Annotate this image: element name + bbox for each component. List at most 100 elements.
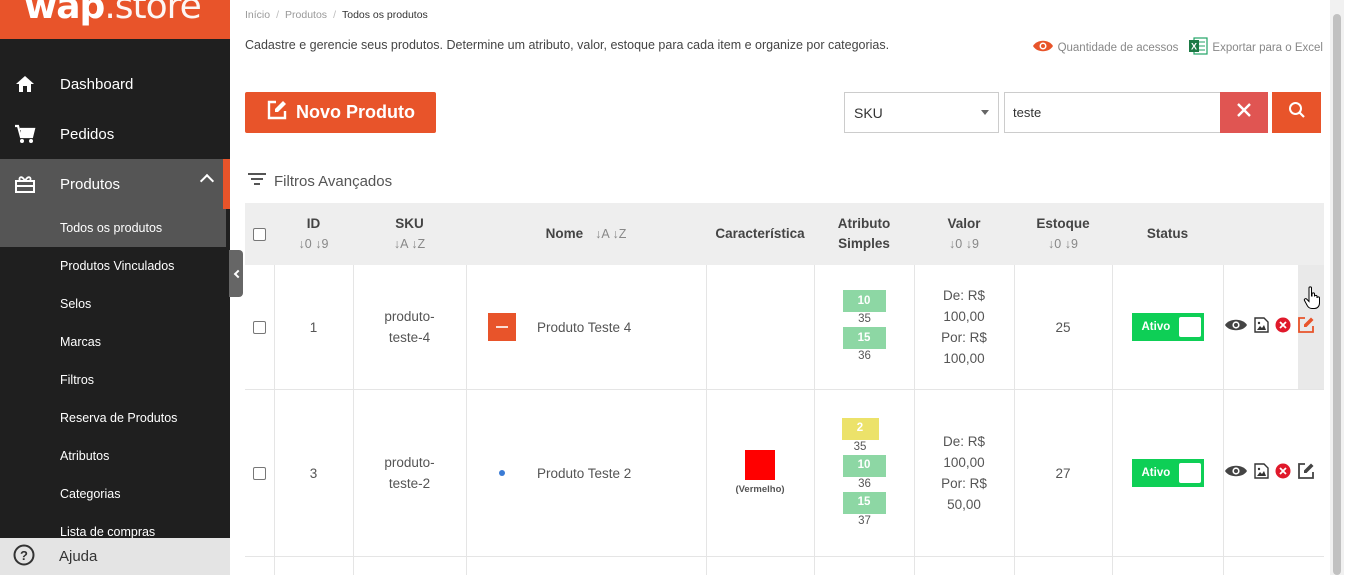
th-value: Valor ↓0 ↓9	[914, 203, 1014, 265]
row-value: De: R$ 100,00 Por: R$ 100,00	[941, 288, 987, 366]
row-attributes: 10 35 15 36	[814, 265, 914, 389]
product-name[interactable]: Produto Teste 4	[537, 317, 631, 338]
advanced-filters-toggle[interactable]: Filtros Avançados	[248, 172, 392, 190]
row-checkbox[interactable]	[253, 320, 266, 334]
status-toggle[interactable]: Ativo	[1131, 459, 1204, 487]
eye-icon	[1032, 39, 1054, 56]
edit-icon[interactable]	[1297, 316, 1315, 339]
sub-todos-produtos[interactable]: Todos os produtos	[0, 209, 226, 247]
row-select-cell	[245, 265, 274, 389]
sub-marcas[interactable]: Marcas	[0, 323, 226, 361]
product-thumbnail[interactable]	[488, 313, 516, 341]
nav-dashboard[interactable]: Dashboard	[0, 59, 230, 109]
search-icon	[1288, 101, 1306, 124]
main-content: Início / Produtos / Todos os produtos Cadast…	[245, 0, 1325, 575]
nav-pedidos-label: Pedidos	[60, 125, 115, 143]
page-description: Cadastre e gerencie seus produtos. Deter…	[245, 38, 890, 52]
status-toggle[interactable]: Ativo	[1131, 313, 1204, 341]
row-status-cell: Ativo	[1112, 390, 1223, 556]
nav-ajuda[interactable]: ? Ajuda	[0, 538, 230, 575]
row-value: De: R$ 100,00 Por: R$ 50,00	[941, 434, 987, 512]
sidebar: wap.store Dashboard Pedidos Produtos Tod…	[0, 0, 230, 575]
sub-reserva[interactable]: Reserva de Produtos	[0, 399, 226, 437]
nav-pedidos[interactable]: Pedidos	[0, 109, 230, 159]
delete-icon[interactable]	[1275, 463, 1291, 484]
sub-categorias[interactable]: Categorias	[0, 475, 226, 513]
search-field-select[interactable]: SKU	[844, 92, 999, 133]
clear-search-button[interactable]	[1220, 92, 1268, 133]
attribute-tag: 10	[842, 290, 886, 312]
top-links: Quantidade de acessos X Exportar para o …	[1032, 36, 1323, 59]
select-all-checkbox[interactable]	[253, 227, 266, 241]
breadcrumb-current: Todos os produtos	[341, 9, 428, 21]
attribute-tag: 2	[841, 417, 879, 440]
row-sku: produto-teste-2	[384, 455, 435, 491]
view-icon[interactable]	[1224, 318, 1248, 337]
toggle-knob	[1178, 317, 1201, 337]
row-attributes: 2 35 10 36 15 37	[814, 390, 914, 556]
breadcrumb-produtos[interactable]: Produtos	[285, 9, 327, 21]
delete-icon[interactable]	[1275, 317, 1291, 338]
collapse-sidebar-button[interactable]	[229, 250, 243, 297]
table-row: 1 produto-teste-4 Produto Teste 4 10 35 …	[245, 265, 1324, 390]
hand-cursor-icon	[1303, 286, 1321, 315]
row-actions	[1224, 265, 1315, 389]
product-name[interactable]: Produto Teste 2	[537, 463, 631, 484]
sort-value-controls[interactable]: ↓0 ↓9	[949, 234, 979, 254]
row-checkbox[interactable]	[253, 466, 266, 480]
edit-icon[interactable]	[1297, 462, 1315, 485]
sort-stock-controls[interactable]: ↓0 ↓9	[1048, 234, 1078, 254]
view-icon[interactable]	[1224, 464, 1248, 483]
th-name: Nome ↓A ↓Z	[466, 203, 706, 265]
row-id: 1	[309, 319, 318, 335]
gift-icon	[12, 171, 38, 197]
breadcrumb: Início / Produtos / Todos os produtos	[245, 9, 428, 21]
sort-name-controls[interactable]: ↓A ↓Z	[595, 224, 626, 244]
svg-text:?: ?	[20, 548, 28, 563]
table-row: 3 produto-teste-2 Produto Teste 2 (Verme…	[245, 390, 1324, 557]
attribute-qty: 35	[853, 440, 867, 453]
sub-selos[interactable]: Selos	[0, 285, 226, 323]
row-feature: (Vermelho)	[706, 390, 814, 556]
nav-produtos[interactable]: Produtos	[0, 159, 230, 209]
cart-icon	[12, 121, 38, 147]
select-all-cell	[245, 203, 274, 265]
sub-filtros[interactable]: Filtros	[0, 361, 226, 399]
excel-icon: X	[1188, 36, 1209, 59]
th-sku: SKU ↓A ↓Z	[353, 203, 466, 265]
sort-sku-controls[interactable]: ↓A ↓Z	[394, 234, 425, 254]
filter-icon	[248, 172, 266, 190]
chevron-down-icon	[981, 110, 989, 115]
sub-produtos-vinculados[interactable]: Produtos Vinculados	[0, 247, 226, 285]
export-excel-link[interactable]: X Exportar para o Excel	[1188, 36, 1323, 59]
attribute-tag: 15	[842, 327, 886, 349]
sub-atributos[interactable]: Atributos	[0, 437, 226, 475]
help-icon: ?	[13, 544, 35, 570]
logo[interactable]: wap.store	[24, 0, 202, 27]
toggle-knob	[1178, 463, 1201, 483]
table-row	[245, 557, 1324, 575]
image-icon[interactable]	[1254, 462, 1269, 484]
breadcrumb-inicio[interactable]: Início	[245, 9, 270, 21]
attribute-tag: 10	[842, 454, 886, 477]
th-stock: Estoque ↓0 ↓9	[1014, 203, 1112, 265]
th-feature: Característica	[715, 226, 805, 241]
nav-produtos-label: Produtos	[60, 175, 121, 193]
sort-id-controls[interactable]: ↓0 ↓9	[299, 234, 329, 254]
views-link[interactable]: Quantidade de acessos	[1032, 39, 1178, 56]
edit-icon	[266, 99, 288, 126]
search-input[interactable]	[1004, 92, 1220, 133]
chevron-up-icon	[199, 173, 215, 189]
search-button[interactable]	[1272, 92, 1321, 133]
table-header: ID ↓0 ↓9 SKU ↓A ↓Z Nome ↓A ↓Z Característic…	[245, 203, 1324, 265]
new-product-button[interactable]: Novo Produto	[245, 92, 436, 133]
svg-text:X: X	[1191, 42, 1197, 52]
scrollbar-thumb[interactable]	[1333, 14, 1341, 575]
row-name-cell: Produto Teste 2	[466, 390, 706, 556]
row-status-cell: Ativo	[1112, 265, 1223, 389]
attribute-qty: 36	[858, 350, 871, 362]
image-icon[interactable]	[1254, 316, 1269, 338]
product-thumbnail[interactable]	[488, 459, 516, 487]
scrollbar[interactable]	[1330, 0, 1344, 575]
attribute-qty: 36	[858, 477, 871, 490]
